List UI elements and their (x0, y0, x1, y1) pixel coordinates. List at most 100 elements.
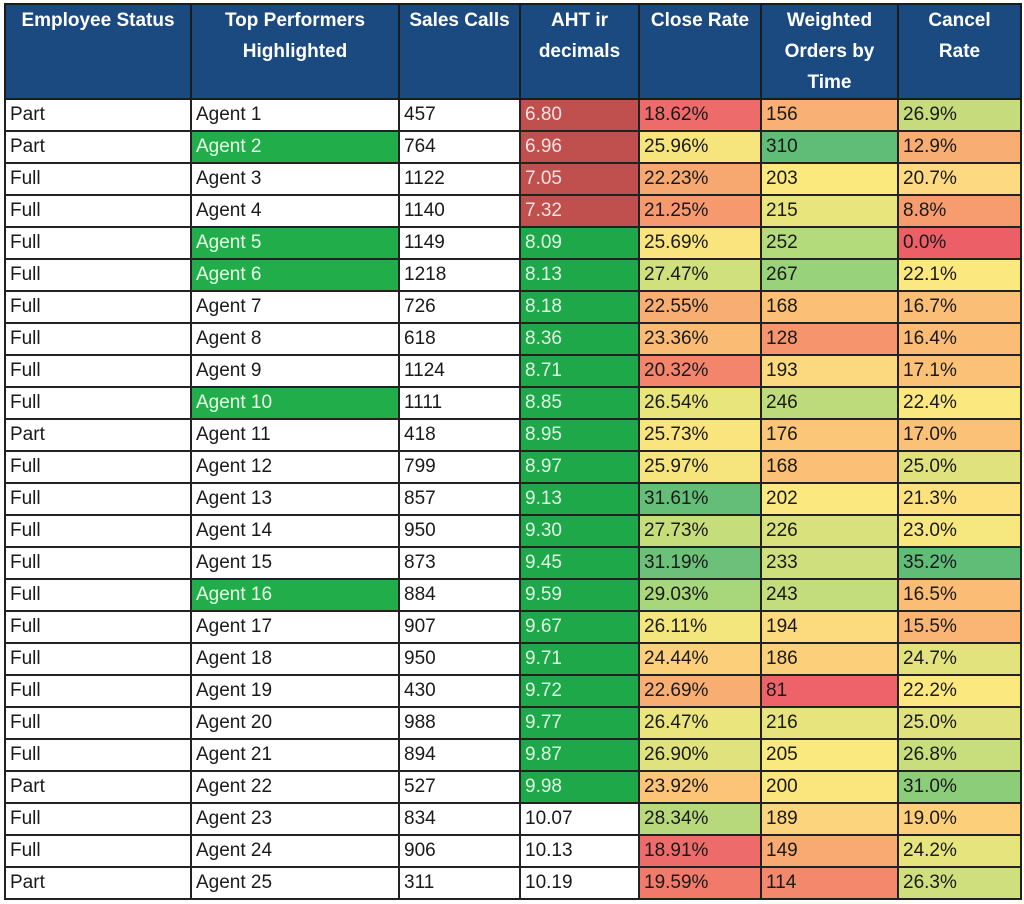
weighted-orders-cell[interactable]: 216 (760, 706, 899, 740)
aht-cell[interactable]: 8.85 (519, 386, 640, 420)
aht-cell[interactable]: 8.95 (519, 418, 640, 452)
close-rate-cell[interactable]: 26.11% (638, 610, 762, 644)
sales-calls-cell[interactable]: 1122 (398, 162, 521, 196)
weighted-orders-cell[interactable]: 81 (760, 674, 899, 708)
aht-cell[interactable]: 6.96 (519, 130, 640, 164)
close-rate-cell[interactable]: 20.32% (638, 354, 762, 388)
close-rate-cell[interactable]: 21.25% (638, 194, 762, 228)
close-rate-cell[interactable]: 18.91% (638, 834, 762, 868)
cancel-rate-cell[interactable]: 8.8% (897, 194, 1022, 228)
close-rate-cell[interactable]: 27.47% (638, 258, 762, 292)
weighted-orders-cell[interactable]: 215 (760, 194, 899, 228)
employee-status-cell[interactable]: Full (4, 290, 192, 324)
close-rate-cell[interactable]: 28.34% (638, 802, 762, 836)
agent-name-cell[interactable]: Agent 19 (190, 674, 400, 708)
sales-calls-cell[interactable]: 527 (398, 770, 521, 804)
close-rate-cell[interactable]: 22.69% (638, 674, 762, 708)
cancel-rate-cell[interactable]: 16.5% (897, 578, 1022, 612)
employee-status-cell[interactable]: Full (4, 386, 192, 420)
sales-calls-cell[interactable]: 1124 (398, 354, 521, 388)
close-rate-cell[interactable]: 29.03% (638, 578, 762, 612)
weighted-orders-cell[interactable]: 233 (760, 546, 899, 580)
aht-cell[interactable]: 9.67 (519, 610, 640, 644)
cancel-rate-cell[interactable]: 22.1% (897, 258, 1022, 292)
agent-name-cell[interactable]: Agent 17 (190, 610, 400, 644)
sales-calls-cell[interactable]: 1149 (398, 226, 521, 260)
agent-name-cell[interactable]: Agent 18 (190, 642, 400, 676)
employee-status-cell[interactable]: Full (4, 642, 192, 676)
aht-cell[interactable]: 9.13 (519, 482, 640, 516)
agent-name-cell[interactable]: Agent 11 (190, 418, 400, 452)
cancel-rate-cell[interactable]: 22.4% (897, 386, 1022, 420)
close-rate-cell[interactable]: 26.47% (638, 706, 762, 740)
agent-name-cell[interactable]: Agent 8 (190, 322, 400, 356)
employee-status-cell[interactable]: Full (4, 322, 192, 356)
weighted-orders-cell[interactable]: 194 (760, 610, 899, 644)
agent-name-cell[interactable]: Agent 2 (190, 130, 400, 164)
employee-status-cell[interactable]: Part (4, 130, 192, 164)
weighted-orders-cell[interactable]: 200 (760, 770, 899, 804)
employee-status-cell[interactable]: Part (4, 866, 192, 900)
cancel-rate-cell[interactable]: 25.0% (897, 450, 1022, 484)
weighted-orders-cell[interactable]: 189 (760, 802, 899, 836)
employee-status-cell[interactable]: Full (4, 354, 192, 388)
sales-calls-cell[interactable]: 873 (398, 546, 521, 580)
agent-name-cell[interactable]: Agent 10 (190, 386, 400, 420)
sales-calls-cell[interactable]: 884 (398, 578, 521, 612)
weighted-orders-cell[interactable]: 310 (760, 130, 899, 164)
close-rate-cell[interactable]: 31.61% (638, 482, 762, 516)
close-rate-cell[interactable]: 26.90% (638, 738, 762, 772)
cancel-rate-cell[interactable]: 24.7% (897, 642, 1022, 676)
weighted-orders-cell[interactable]: 243 (760, 578, 899, 612)
sales-calls-cell[interactable]: 418 (398, 418, 521, 452)
employee-status-cell[interactable]: Full (4, 834, 192, 868)
sales-calls-cell[interactable]: 1218 (398, 258, 521, 292)
weighted-orders-cell[interactable]: 252 (760, 226, 899, 260)
aht-cell[interactable]: 7.32 (519, 194, 640, 228)
aht-cell[interactable]: 9.87 (519, 738, 640, 772)
aht-cell[interactable]: 9.72 (519, 674, 640, 708)
weighted-orders-cell[interactable]: 176 (760, 418, 899, 452)
cancel-rate-cell[interactable]: 25.0% (897, 706, 1022, 740)
aht-cell[interactable]: 8.13 (519, 258, 640, 292)
weighted-orders-cell[interactable]: 156 (760, 98, 899, 132)
close-rate-cell[interactable]: 25.73% (638, 418, 762, 452)
cancel-rate-cell[interactable]: 26.3% (897, 866, 1022, 900)
sales-calls-cell[interactable]: 834 (398, 802, 521, 836)
agent-name-cell[interactable]: Agent 14 (190, 514, 400, 548)
employee-status-cell[interactable]: Full (4, 706, 192, 740)
agent-name-cell[interactable]: Agent 9 (190, 354, 400, 388)
weighted-orders-cell[interactable]: 168 (760, 450, 899, 484)
sales-calls-cell[interactable]: 618 (398, 322, 521, 356)
agent-name-cell[interactable]: Agent 25 (190, 866, 400, 900)
cancel-rate-cell[interactable]: 0.0% (897, 226, 1022, 260)
sales-calls-cell[interactable]: 430 (398, 674, 521, 708)
sales-calls-cell[interactable]: 906 (398, 834, 521, 868)
close-rate-cell[interactable]: 19.59% (638, 866, 762, 900)
close-rate-cell[interactable]: 25.97% (638, 450, 762, 484)
aht-cell[interactable]: 8.18 (519, 290, 640, 324)
employee-status-cell[interactable]: Part (4, 418, 192, 452)
close-rate-cell[interactable]: 26.54% (638, 386, 762, 420)
cancel-rate-cell[interactable]: 24.2% (897, 834, 1022, 868)
close-rate-cell[interactable]: 18.62% (638, 98, 762, 132)
aht-cell[interactable]: 8.71 (519, 354, 640, 388)
employee-status-cell[interactable]: Part (4, 98, 192, 132)
close-rate-cell[interactable]: 27.73% (638, 514, 762, 548)
aht-cell[interactable]: 10.19 (519, 866, 640, 900)
sales-calls-cell[interactable]: 311 (398, 866, 521, 900)
cancel-rate-cell[interactable]: 15.5% (897, 610, 1022, 644)
sales-calls-cell[interactable]: 894 (398, 738, 521, 772)
close-rate-cell[interactable]: 22.23% (638, 162, 762, 196)
agent-name-cell[interactable]: Agent 6 (190, 258, 400, 292)
weighted-orders-cell[interactable]: 246 (760, 386, 899, 420)
employee-status-cell[interactable]: Full (4, 514, 192, 548)
cancel-rate-cell[interactable]: 19.0% (897, 802, 1022, 836)
agent-name-cell[interactable]: Agent 16 (190, 578, 400, 612)
agent-name-cell[interactable]: Agent 15 (190, 546, 400, 580)
sales-calls-cell[interactable]: 907 (398, 610, 521, 644)
sales-calls-cell[interactable]: 726 (398, 290, 521, 324)
sales-calls-cell[interactable]: 799 (398, 450, 521, 484)
employee-status-cell[interactable]: Full (4, 802, 192, 836)
weighted-orders-cell[interactable]: 149 (760, 834, 899, 868)
